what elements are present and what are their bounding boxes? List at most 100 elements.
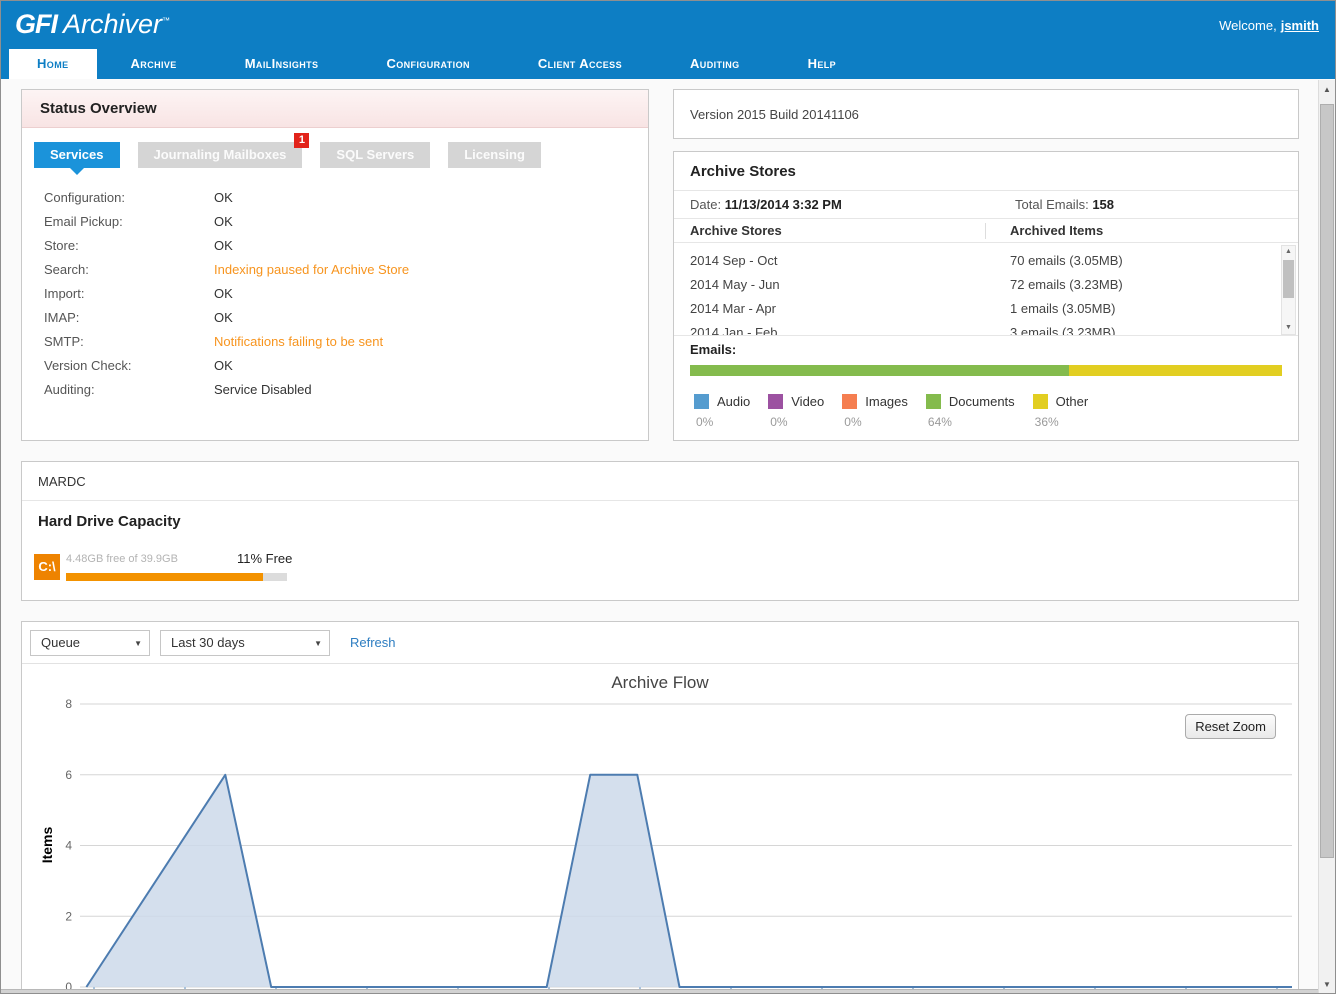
scroll-up-arrow[interactable]: ▲ — [1282, 246, 1295, 258]
column-archive-stores: Archive Stores — [690, 223, 782, 238]
drive-capacity-text: 4.48GB free of 39.9GB — [66, 553, 178, 565]
nav-item-home[interactable]: Home — [9, 49, 97, 79]
legend-item-other: Other 36% — [1032, 393, 1088, 429]
refresh-link[interactable]: Refresh — [350, 635, 396, 650]
emails-distribution-bar — [690, 365, 1282, 376]
date-range-select[interactable]: Last 30 days ▼ — [160, 630, 330, 656]
main-navigation: Home Archive MailInsights Configuration Clie… — [1, 49, 1335, 79]
nav-item-help[interactable]: Help — [774, 49, 871, 79]
emails-label: Emails: — [690, 342, 737, 357]
hard-drive-capacity-title: Hard Drive Capacity — [38, 513, 181, 530]
service-status-row: Search: Indexing paused for Archive Store — [44, 258, 632, 282]
service-status-row: Email Pickup: OK — [44, 210, 632, 234]
scrollbar-thumb[interactable] — [1283, 260, 1294, 298]
queue-select[interactable]: Queue ▼ — [30, 630, 150, 656]
archive-store-row: 2014 Mar - Apr 1 emails (3.05MB) — [674, 297, 1298, 321]
date-label: Date: — [690, 197, 722, 212]
emails-distribution-section: Emails: Audio 0% Video 0% Images 0% Documents 6… — [674, 335, 1298, 440]
version-text: Version 2015 Build 20141106 — [690, 107, 859, 122]
legend-row: Documents — [925, 393, 1015, 411]
tab-sql-servers[interactable]: SQL Servers — [320, 142, 431, 168]
nav-item-archive[interactable]: Archive — [97, 49, 211, 79]
total-emails-value: 158 — [1092, 197, 1115, 212]
username-link[interactable]: jsmith — [1281, 18, 1319, 33]
page-scrollbar-thumb[interactable] — [1320, 104, 1334, 858]
page-scroll-down-arrow[interactable]: ▼ — [1319, 976, 1335, 993]
service-label: IMAP: — [44, 310, 80, 325]
date-value: 11/13/2014 3:32 PM — [724, 197, 842, 212]
page-scrollbar[interactable]: ▲ ▼ — [1318, 80, 1335, 993]
service-status-row: Store: OK — [44, 234, 632, 258]
legend-label: Audio — [717, 394, 751, 409]
nav-item-client-access[interactable]: Client Access — [504, 49, 656, 79]
legend-swatch-icon — [1032, 394, 1048, 409]
archive-stores-column-headers: Archive Stores Archived Items — [674, 219, 1298, 243]
legend-percent: 36% — [1034, 415, 1059, 429]
archive-flow-chart[interactable]: 02468Items — [22, 692, 1298, 994]
nav-item-configuration[interactable]: Configuration — [352, 49, 503, 79]
archive-stores-meta-row: Date: 11/13/2014 3:32 PM Total Emails: 1… — [674, 191, 1298, 219]
store-items: 70 emails (3.05MB) — [1010, 253, 1123, 268]
service-label: Configuration: — [44, 190, 125, 205]
status-overview-panel: Status Overview Services Journaling Mailb… — [21, 89, 649, 441]
scroll-down-arrow[interactable]: ▼ — [1282, 322, 1295, 334]
chart-title: Archive Flow — [611, 673, 709, 692]
column-divider — [985, 223, 986, 239]
service-label: Version Check: — [44, 358, 132, 373]
archive-flow-panel: Queue ▼ Last 30 days ▼ Refresh Archive F… — [21, 621, 1299, 994]
legend-row: Other — [1032, 393, 1088, 411]
nav-item-auditing[interactable]: Auditing — [656, 49, 774, 79]
tab-alert-badge: 1 — [294, 133, 310, 148]
version-panel: Version 2015 Build 20141106 — [673, 89, 1299, 139]
total-emails-label: Total Emails: — [1015, 197, 1089, 212]
service-value: OK — [214, 238, 233, 253]
archive-flow-toolbar: Queue ▼ Last 30 days ▼ Refresh — [22, 622, 1298, 664]
legend-swatch-icon — [768, 394, 784, 409]
window-bottom-edge — [1, 989, 1318, 993]
legend-row: Images — [842, 393, 908, 411]
legend-item-documents: Documents 64% — [925, 393, 1015, 429]
store-items: 1 emails (3.05MB) — [1010, 301, 1116, 316]
legend-swatch-icon — [925, 394, 941, 409]
chevron-down-icon: ▼ — [314, 639, 322, 648]
tab-licensing[interactable]: Licensing — [448, 142, 541, 168]
drive-usage-fill — [66, 573, 263, 581]
nav-item-mailinsights[interactable]: MailInsights — [211, 49, 353, 79]
archive-store-row: 2014 May - Jun 72 emails (3.23MB) — [674, 273, 1298, 297]
legend-percent: 0% — [844, 415, 862, 429]
legend-label: Documents — [948, 394, 1015, 409]
status-overview-title: Status Overview — [40, 100, 157, 117]
column-archived-items: Archived Items — [1010, 223, 1104, 238]
store-name: 2014 May - Jun — [690, 277, 780, 292]
drive-usage-bar — [66, 573, 287, 581]
chevron-down-icon: ▼ — [134, 639, 142, 648]
service-value: OK — [214, 358, 233, 373]
store-name: 2014 Mar - Apr — [690, 301, 776, 316]
app-header: GFI Archiver™ Welcome, jsmith — [1, 1, 1335, 49]
service-value: OK — [214, 286, 233, 301]
y-axis-label: Items — [39, 827, 55, 864]
store-name: 2014 Sep - Oct — [690, 253, 778, 268]
legend-percent: 0% — [770, 415, 788, 429]
tab-services[interactable]: Services — [34, 142, 120, 175]
service-label: Email Pickup: — [44, 214, 123, 229]
archive-list-scrollbar[interactable]: ▲ ▼ — [1281, 245, 1296, 335]
service-status-row: IMAP: OK — [44, 306, 632, 330]
service-status-row: Auditing: Service Disabled — [44, 378, 632, 402]
page-scroll-up-arrow[interactable]: ▲ — [1319, 80, 1335, 100]
service-label: Search: — [44, 262, 89, 277]
y-tick-label: 4 — [65, 839, 72, 853]
legend-row: Video — [768, 393, 824, 411]
welcome-prefix: Welcome, — [1219, 18, 1277, 33]
welcome-text: Welcome, jsmith — [1219, 18, 1319, 33]
archive-store-row: 2014 Jan - Feb 3 emails (3.23MB) — [674, 321, 1298, 335]
y-tick-label: 2 — [65, 909, 72, 923]
legend-item-images: Images 0% — [842, 393, 908, 429]
tab-label: Licensing — [464, 147, 525, 162]
service-label: Import: — [44, 286, 85, 301]
drive-free-percent: 11% Free — [237, 551, 293, 566]
service-value: OK — [214, 214, 233, 229]
archive-date: Date: 11/13/2014 3:32 PM — [674, 197, 842, 212]
items-area-series — [85, 773, 1292, 988]
tab-journaling-mailboxes[interactable]: Journaling Mailboxes 1 — [137, 133, 310, 168]
